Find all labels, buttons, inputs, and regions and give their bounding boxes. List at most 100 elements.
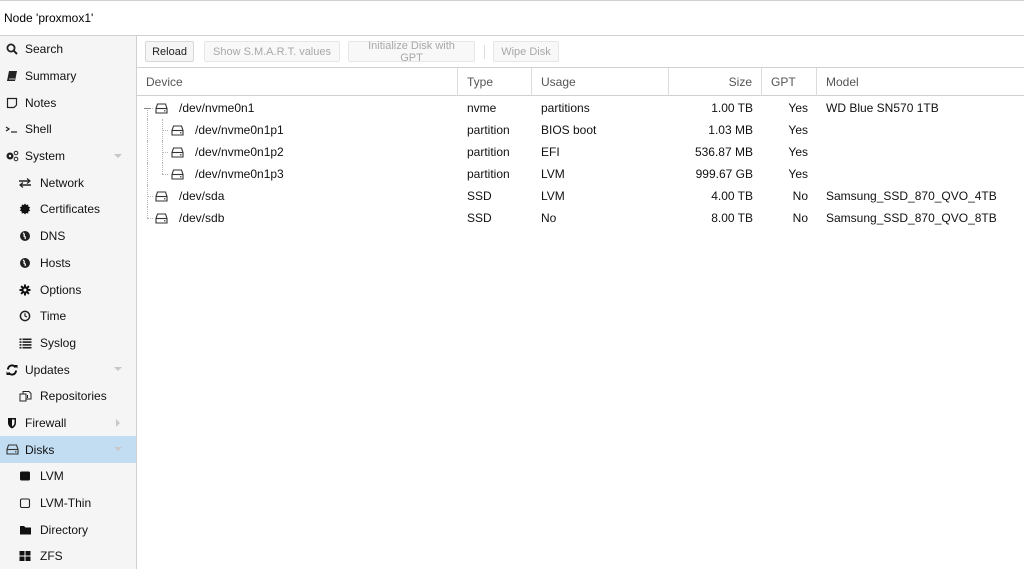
cell-type: partition [467, 145, 510, 159]
table-row[interactable]: /dev/nvme0n1p3 partition LVM 999.67 GB Yes [137, 163, 1024, 185]
table-row[interactable]: /dev/nvme0n1p1 partition BIOS boot 1.03 MB Y… [137, 119, 1024, 141]
sidebar-item-shell[interactable]: Shell [0, 116, 136, 143]
cell-type: SSD [467, 211, 492, 225]
hdd-icon [155, 213, 168, 224]
toolbar: Reload Show S.M.A.R.T. values Initialize… [137, 36, 1024, 68]
sidebar-item-network[interactable]: Network [0, 169, 136, 196]
sidebar-item-options[interactable]: Options [0, 276, 136, 303]
sidebar-item-label: Time [40, 309, 67, 324]
cell-type: SSD [467, 189, 492, 203]
sidebar-item-updates[interactable]: Updates [0, 356, 136, 383]
toolbar-separator [484, 45, 485, 59]
tree-connector [162, 174, 168, 175]
cell-model: Samsung_SSD_870_QVO_8TB [826, 211, 997, 225]
sidebar-item-lvm-thin[interactable]: LVM-Thin [0, 490, 136, 517]
sidebar-item-dns[interactable]: DNS [0, 223, 136, 250]
hdd-icon [171, 169, 184, 180]
cell-model: Samsung_SSD_870_QVO_4TB [826, 189, 997, 203]
device-name: /dev/nvme0n1p2 [195, 145, 284, 159]
globe-icon [18, 256, 32, 270]
sidebar-item-zfs[interactable]: ZFS [0, 543, 136, 569]
node-navigation: Search Summary Notes Shell System Network Cert… [0, 36, 137, 569]
sidebar-item-summary[interactable]: Summary [0, 63, 136, 90]
cell-model [817, 141, 1024, 163]
sidebar-item-label: Certificates [40, 202, 101, 217]
cell-size: 1.00 TB [711, 101, 753, 115]
sidebar-item-notes[interactable]: Notes [0, 89, 136, 116]
sidebar-item-label: LVM-Thin [40, 496, 92, 511]
tree-connector [147, 207, 148, 218]
sidebar-item-label: LVM [40, 469, 64, 484]
sidebar-item-directory[interactable]: Directory [0, 516, 136, 543]
device-name: /dev/sdb [179, 211, 225, 225]
sidebar-item-certificates[interactable]: Certificates [0, 196, 136, 223]
cell-usage: LVM [541, 189, 565, 203]
hdd-icon [171, 147, 184, 158]
wipe-disk-button[interactable]: Wipe Disk [493, 41, 559, 62]
exchange-icon [18, 176, 32, 190]
sidebar-item-label: Network [40, 175, 85, 190]
sidebar-item-repositories[interactable]: Repositories [0, 383, 136, 410]
column-header-device[interactable]: Device [137, 68, 458, 96]
cell-type: partition [467, 167, 510, 181]
expand-caret-icon[interactable] [114, 153, 122, 158]
sidebar-item-lvm[interactable]: LVM [0, 463, 136, 490]
reload-button[interactable]: Reload [145, 41, 194, 62]
tree-connector [162, 130, 168, 131]
sidebar-item-label: Summary [25, 69, 77, 84]
cell-gpt: Yes [788, 145, 808, 159]
collapsed-caret-icon[interactable] [116, 418, 120, 427]
th-large-icon [18, 549, 32, 563]
sidebar-item-label: DNS [40, 229, 66, 244]
cell-usage: No [541, 211, 557, 225]
sidebar-item-hosts[interactable]: Hosts [0, 250, 136, 277]
cell-size: 8.00 TB [711, 211, 753, 225]
shield-icon [5, 416, 19, 430]
sidebar-item-firewall[interactable]: Firewall [0, 410, 136, 437]
initialize-disk-gpt-button[interactable]: Initialize Disk with GPT [348, 40, 475, 64]
cell-size: 536.87 MB [694, 145, 753, 159]
column-header-gpt[interactable]: GPT [762, 68, 817, 96]
certificate-icon [18, 202, 32, 216]
panel-title: Node 'proxmox1' [4, 11, 94, 25]
sidebar-item-label: Firewall [25, 415, 67, 430]
cell-usage: EFI [541, 145, 560, 159]
cell-size: 999.67 GB [695, 167, 753, 181]
sidebar-item-label: ZFS [40, 549, 63, 564]
cogs-icon [5, 149, 19, 163]
sidebar-item-system[interactable]: System [0, 143, 136, 170]
table-row[interactable]: /dev/sda SSD LVM 4.00 TB No Samsung_SSD_870_Q… [137, 185, 1024, 207]
sidebar-item-label: Syslog [40, 335, 77, 350]
sidebar-item-label: Disks [25, 442, 55, 457]
table-row[interactable]: /dev/nvme0n1p2 partition EFI 536.87 MB Yes [137, 141, 1024, 163]
hdd-icon [155, 103, 168, 114]
column-header-type[interactable]: Type [458, 68, 532, 96]
show-smart-values-button[interactable]: Show S.M.A.R.T. values [204, 41, 340, 62]
column-header-size[interactable]: Size [669, 68, 762, 96]
table-row[interactable]: /dev/sdb SSD No 8.00 TB No Samsung_SSD_870_QV… [137, 207, 1024, 229]
sidebar-item-label: Search [25, 42, 64, 57]
sidebar-item-search[interactable]: Search [0, 36, 136, 63]
gear-icon [18, 283, 32, 297]
hdd-icon [171, 125, 184, 136]
sidebar-item-disks[interactable]: Disks [0, 436, 136, 463]
square-outline-icon [18, 496, 32, 510]
sidebar-item-label: Updates [25, 362, 70, 377]
expand-caret-icon[interactable] [114, 447, 122, 452]
column-header-model[interactable]: Model [817, 68, 1024, 96]
cell-model [817, 163, 1024, 185]
book-icon [5, 69, 19, 83]
search-icon [5, 42, 19, 56]
sidebar-item-label: Shell [25, 122, 52, 137]
collapse-toggle-icon[interactable] [144, 108, 151, 109]
sidebar-item-syslog[interactable]: Syslog [0, 330, 136, 357]
sidebar-item-label: Notes [25, 95, 57, 110]
table-row[interactable]: /dev/nvme0n1 nvme partitions 1.00 TB Yes WD B… [137, 97, 1024, 119]
tree-connector [162, 152, 168, 153]
tree-connector [147, 218, 153, 219]
expand-caret-icon[interactable] [114, 367, 122, 372]
sidebar-item-time[interactable]: Time [0, 303, 136, 330]
cell-model [817, 119, 1024, 141]
column-header-usage[interactable]: Usage [532, 68, 669, 96]
cell-model: WD Blue SN570 1TB [826, 101, 939, 115]
